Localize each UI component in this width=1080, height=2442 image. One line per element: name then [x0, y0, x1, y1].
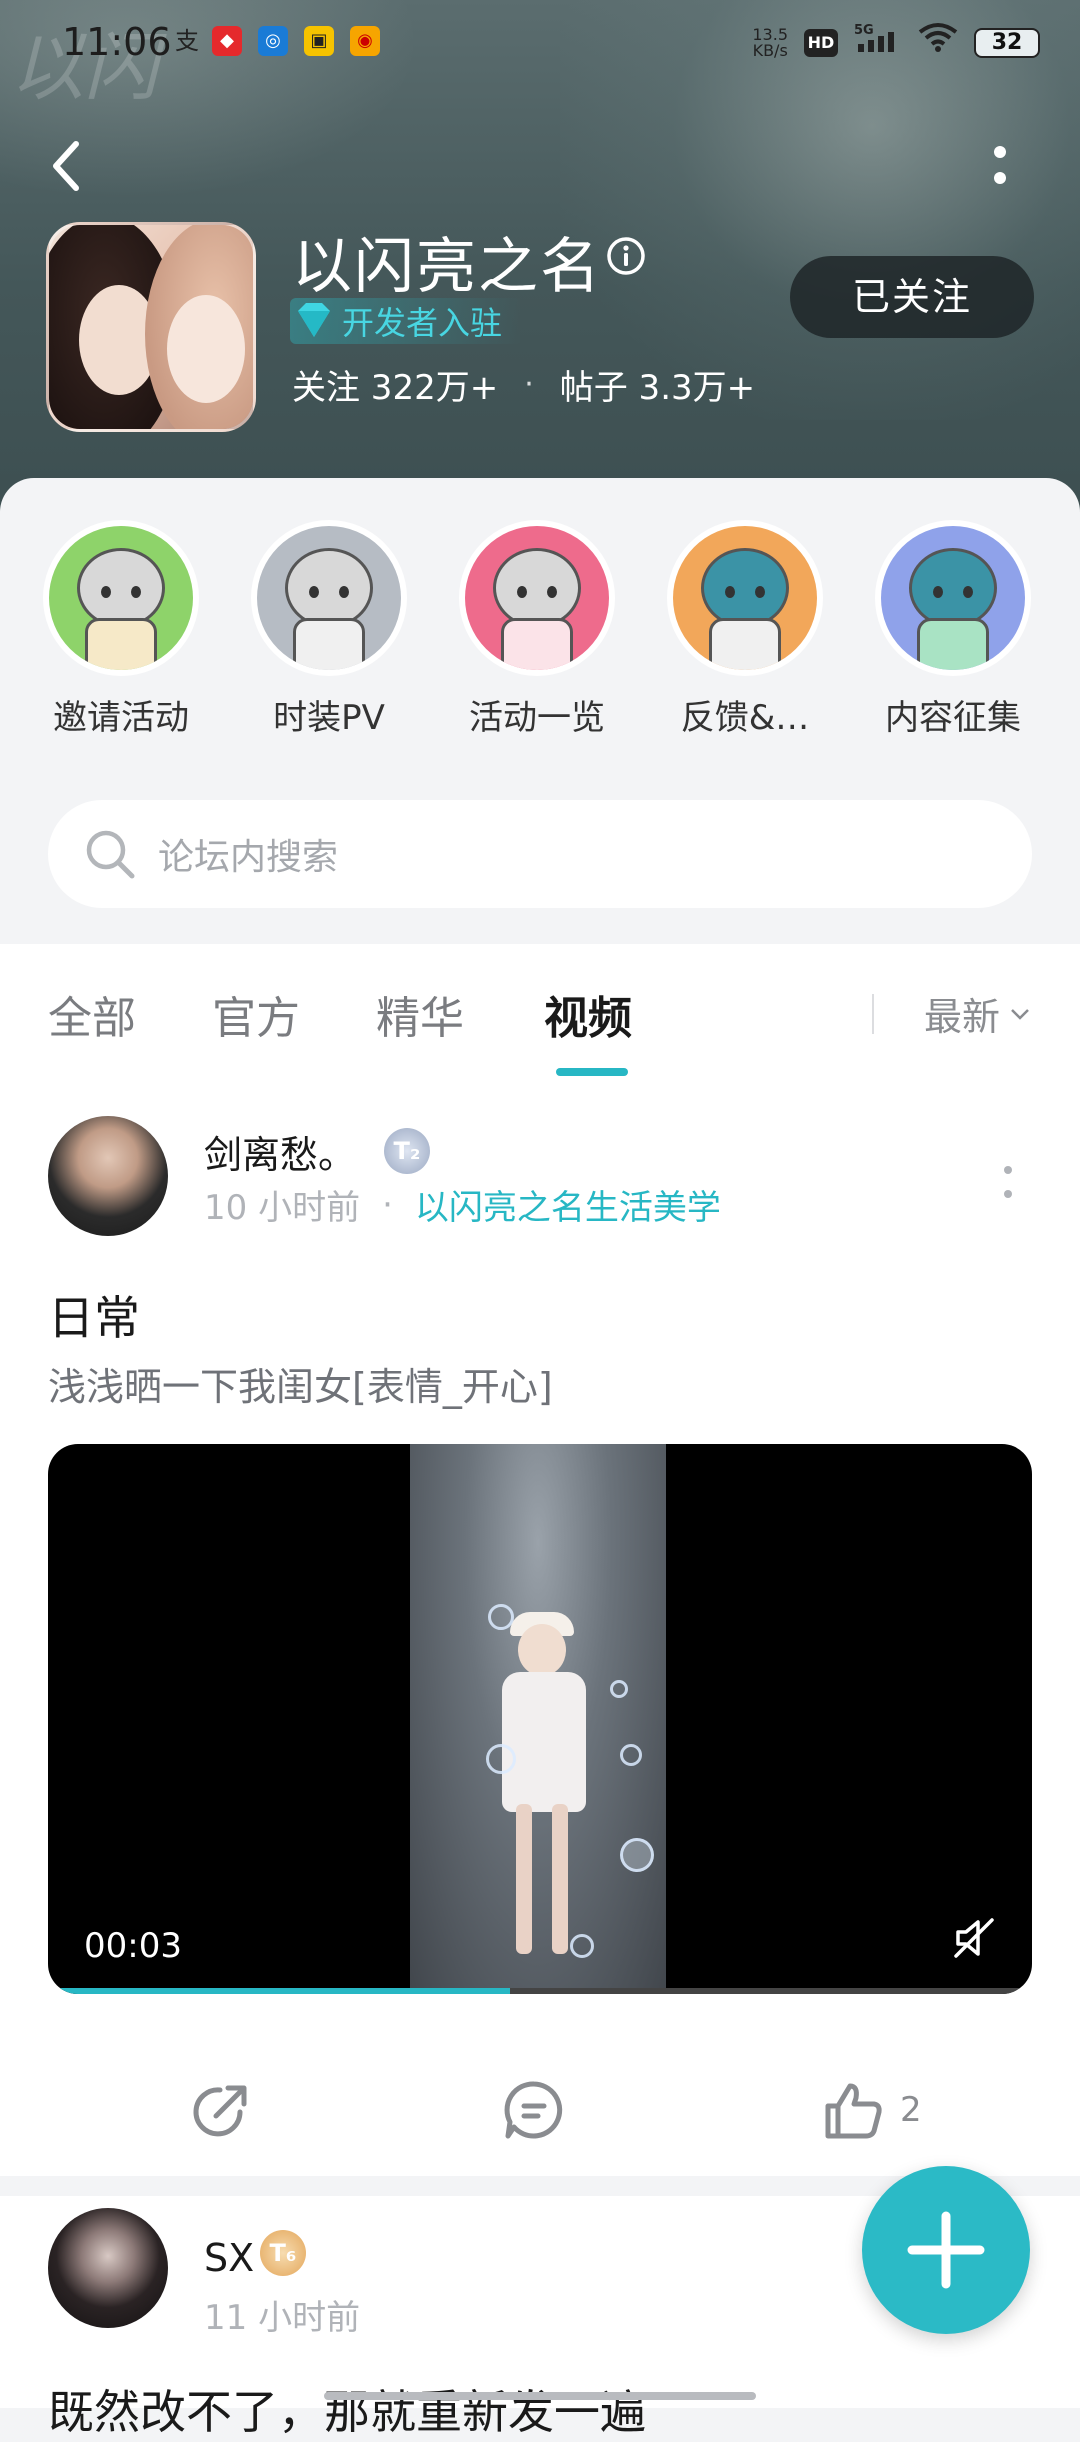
developer-badge: 开发者入驻 — [290, 298, 523, 344]
level-badge: T₆ — [260, 2230, 306, 2276]
comment-button[interactable] — [502, 2078, 566, 2142]
like-count: 2 — [900, 2090, 922, 2130]
shortcut-icon — [459, 520, 615, 676]
shortcut-content-collection[interactable]: 内容征集 — [858, 520, 1048, 739]
post-title[interactable]: 日常 — [48, 1282, 140, 1348]
back-button[interactable] — [44, 136, 92, 196]
tab-divider — [872, 994, 874, 1034]
post-meta: 11 小时前 — [204, 2290, 360, 2339]
chevron-down-icon — [1011, 1008, 1029, 1020]
post-forum-link[interactable]: 以闪亮之名生活美学 — [415, 1180, 721, 1229]
signal-icon: 5G — [854, 22, 902, 63]
post-time: 10 小时前 — [204, 1188, 361, 1228]
hd-icon: HD — [804, 28, 838, 57]
level-badge: T₂ — [384, 1128, 430, 1174]
status-bar: 11:06 支 ◆ ◎ ▣ ◉ 13.5 KB/s HD 5G 32 — [0, 0, 1080, 84]
tab-video[interactable]: 视频 — [544, 982, 632, 1046]
sort-dropdown[interactable]: 最新 — [924, 986, 1030, 1041]
shortcut-icon — [875, 520, 1031, 676]
video-frame — [410, 1444, 666, 1994]
author-name[interactable]: SX — [204, 2236, 254, 2280]
net-speed: 13.5 KB/s — [752, 24, 788, 60]
posts-count: 帖子 3.3万+ — [559, 368, 756, 408]
info-icon[interactable] — [606, 236, 646, 276]
avatar[interactable] — [48, 2208, 168, 2328]
post-more-button[interactable] — [1000, 1156, 1016, 1212]
sort-label: 最新 — [924, 995, 1001, 1039]
weibo-icon: ◉ — [350, 26, 380, 56]
forum-avatar — [46, 222, 256, 432]
tab-official[interactable]: 官方 — [212, 982, 300, 1046]
tab-featured[interactable]: 精华 — [376, 982, 464, 1046]
video-player[interactable]: 00:03 — [48, 1444, 1032, 1994]
stats-separator: · — [524, 367, 534, 402]
avatar[interactable] — [48, 1116, 168, 1236]
search-bar[interactable]: 论坛内搜索 — [48, 800, 1032, 908]
volume-mute-icon — [954, 1918, 994, 1958]
like-button[interactable]: 2 — [822, 2078, 922, 2142]
more-vertical-icon — [1004, 1166, 1012, 1198]
shortcut-icon — [43, 520, 199, 676]
shortcut-label: 邀请活动 — [53, 698, 189, 738]
search-placeholder: 论坛内搜索 — [158, 837, 339, 878]
shortcut-fashion-pv[interactable]: 时装PV — [234, 520, 424, 739]
feed-tabs: 全部 官方 精华 视频 最新 — [0, 944, 1080, 1080]
post-meta: 10 小时前 · 以闪亮之名生活美学 — [204, 1180, 721, 1229]
status-time: 11:06 — [62, 20, 172, 64]
app-notify-icon-3: ▣ — [304, 26, 334, 56]
alipay-icon: 支 — [175, 27, 199, 55]
shortcut-invite-event[interactable]: 邀请活动 — [26, 520, 216, 739]
app-notify-icon-2: ◎ — [258, 26, 288, 56]
comment-icon — [504, 2081, 563, 2139]
shortcut-icon — [667, 520, 823, 676]
tab-all[interactable]: 全部 — [48, 982, 136, 1046]
follow-button[interactable]: 已关注 — [790, 256, 1034, 338]
more-options-button[interactable] — [982, 140, 1018, 200]
forum-header: 以闪 11:06 支 ◆ ◎ ▣ ◉ 13.5 KB/s HD 5G 32 以闪… — [0, 0, 1080, 520]
forum-stats: 关注 322万+ · 帖子 3.3万+ — [292, 360, 755, 409]
share-icon — [193, 2085, 247, 2137]
post-title[interactable]: 既然改不了，那就重新发一遍 — [48, 2376, 646, 2442]
active-tab-indicator — [556, 1068, 628, 1076]
plus-icon — [907, 2211, 985, 2289]
home-indicator[interactable] — [324, 2392, 756, 2400]
shortcut-label: 时装PV — [273, 698, 385, 738]
share-button[interactable] — [190, 2078, 254, 2142]
search-icon — [86, 830, 135, 879]
chevron-left-icon — [53, 141, 79, 191]
wifi-icon — [918, 22, 958, 63]
post-body[interactable]: 浅浅晒一下我闺女[表情_开心] — [48, 1356, 553, 1411]
thumbs-up-icon — [825, 2083, 882, 2139]
post-time: 11 小时前 — [204, 2298, 361, 2338]
more-vertical-icon — [994, 146, 1006, 184]
app-notify-icon: ◆ — [212, 26, 242, 56]
shortcut-list: 邀请活动 时装PV 活动一览 反馈&… 内容征集 — [0, 520, 1080, 750]
status-right: 13.5 KB/s HD 5G 32 — [752, 22, 1040, 63]
developer-badge-label: 开发者入驻 — [342, 304, 503, 342]
shortcut-icon — [251, 520, 407, 676]
shortcut-panel: 邀请活动 时装PV 活动一览 反馈&… 内容征集 论坛内搜索 — [0, 478, 1080, 944]
network-type: 5G — [854, 23, 874, 38]
shortcut-event-overview[interactable]: 活动一览 — [442, 520, 632, 739]
create-post-button[interactable] — [862, 2166, 1030, 2334]
shortcut-feedback[interactable]: 反馈&… — [650, 520, 840, 739]
battery-icon: 32 — [974, 27, 1040, 58]
mute-button[interactable] — [950, 1914, 998, 1962]
shortcut-label: 内容征集 — [885, 698, 1021, 738]
forum-title: 以闪亮之名 — [292, 232, 602, 302]
followers-count: 关注 322万+ — [292, 368, 499, 408]
video-duration: 00:03 — [84, 1926, 182, 1966]
shortcut-label: 反馈&… — [680, 698, 810, 738]
shortcut-label: 活动一览 — [469, 698, 605, 738]
video-progress-bar[interactable] — [48, 1988, 1032, 1994]
post-actions: 2 — [0, 2044, 1080, 2174]
author-name[interactable]: 剑离愁。 — [204, 1124, 356, 1179]
diamond-icon — [298, 303, 330, 337]
video-progress-fill — [48, 1988, 511, 1994]
